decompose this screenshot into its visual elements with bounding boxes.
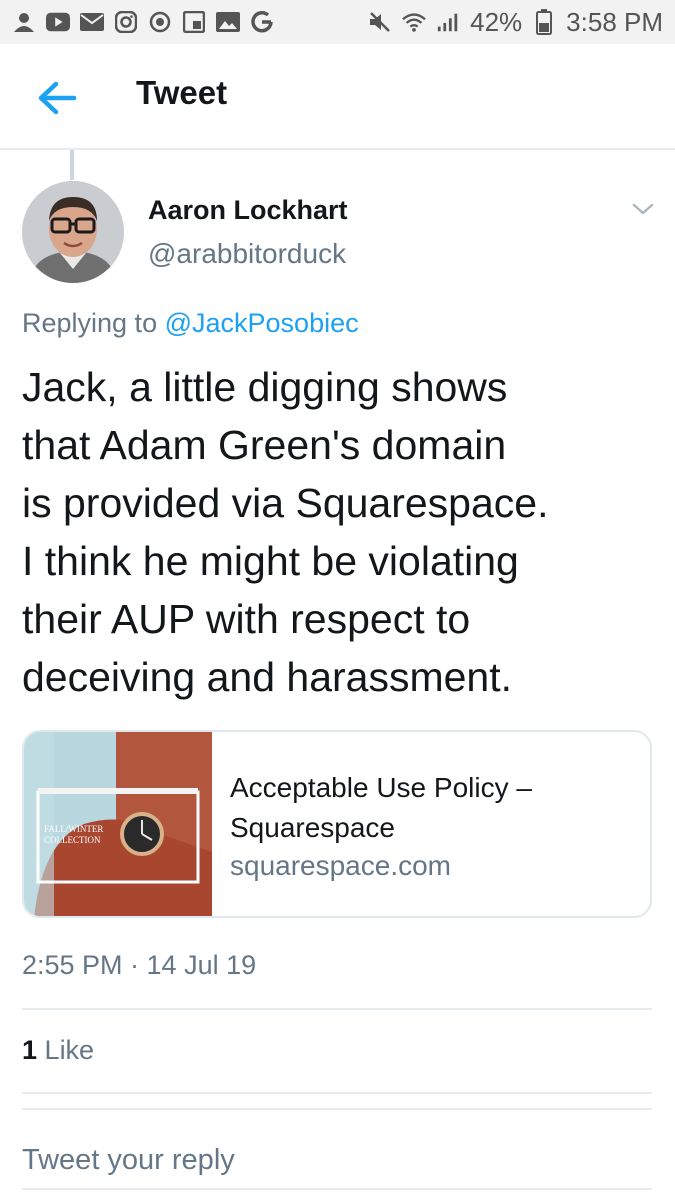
reply-input[interactable] (22, 1135, 652, 1185)
app-header: Tweet (0, 44, 675, 150)
tweet-timestamp: 2:55 PM · 14 Jul 19 (22, 950, 257, 980)
divider (22, 1188, 652, 1190)
gallery-icon (216, 11, 240, 33)
author-name[interactable]: Aaron Lockhart (148, 195, 348, 226)
card-title-line: Acceptable Use Policy – (230, 772, 532, 803)
sync-icon (148, 11, 172, 33)
replying-prefix: Replying to (22, 308, 158, 338)
tweet-text-line: deceiving and harassment. (22, 654, 513, 700)
google-icon (250, 10, 274, 33)
card-thumbnail: FALL/WINTER COLLECTION (24, 732, 212, 916)
tweet-text-line: Jack, a little digging shows (22, 364, 508, 410)
replying-to-link[interactable]: @JackPosobiec (165, 308, 359, 338)
profile-icon (12, 11, 36, 33)
divider (22, 1108, 652, 1110)
tweet-text-line: is provided via Squarespace. (22, 480, 549, 526)
replying-to: Replying to @JackPosobiec (22, 308, 359, 339)
mute-icon (368, 11, 392, 33)
tweet-text-line: their AUP with respect to (22, 596, 471, 642)
link-preview-card[interactable]: FALL/WINTER COLLECTION Acceptable Use Po… (22, 730, 652, 918)
clock: 3:58 PM (566, 6, 663, 37)
instagram-icon (114, 11, 138, 33)
status-bar: 42% 3:58 PM (0, 0, 675, 44)
likes-count[interactable]: 1 Like (22, 1035, 94, 1066)
author-handle[interactable]: @arabbitorduck (148, 238, 346, 270)
battery-percent: 42% (470, 6, 523, 37)
page-title: Tweet (136, 74, 228, 111)
tweet-text: Jack, a little digging shows that Adam G… (22, 358, 652, 706)
status-left-icons (12, 10, 274, 33)
thread-connector (70, 150, 74, 180)
divider (22, 1092, 652, 1094)
tweet-text-line: that Adam Green's domain (22, 422, 507, 468)
svg-text:FALL/WINTER: FALL/WINTER (44, 824, 103, 834)
chevron-down-icon[interactable] (628, 196, 658, 222)
battery-icon (532, 9, 556, 35)
card-title-line: Squarespace (230, 812, 396, 843)
back-arrow-icon (38, 81, 77, 115)
news-icon (182, 11, 206, 33)
likes-label: Like (44, 1035, 95, 1065)
card-title: Acceptable Use Policy – Squarespace (230, 768, 640, 848)
signal-icon (436, 11, 460, 33)
youtube-icon (46, 11, 70, 33)
avatar[interactable] (22, 181, 124, 283)
svg-text:COLLECTION: COLLECTION (44, 835, 101, 845)
mail-icon (80, 11, 104, 33)
wifi-icon (402, 11, 426, 33)
divider (22, 1008, 652, 1010)
tweet-text-line: I think he might be violating (22, 538, 519, 584)
back-button[interactable] (30, 74, 82, 122)
likes-number: 1 (22, 1035, 38, 1065)
card-domain: squarespace.com (230, 850, 452, 881)
status-right: 42% 3:58 PM (368, 7, 663, 38)
